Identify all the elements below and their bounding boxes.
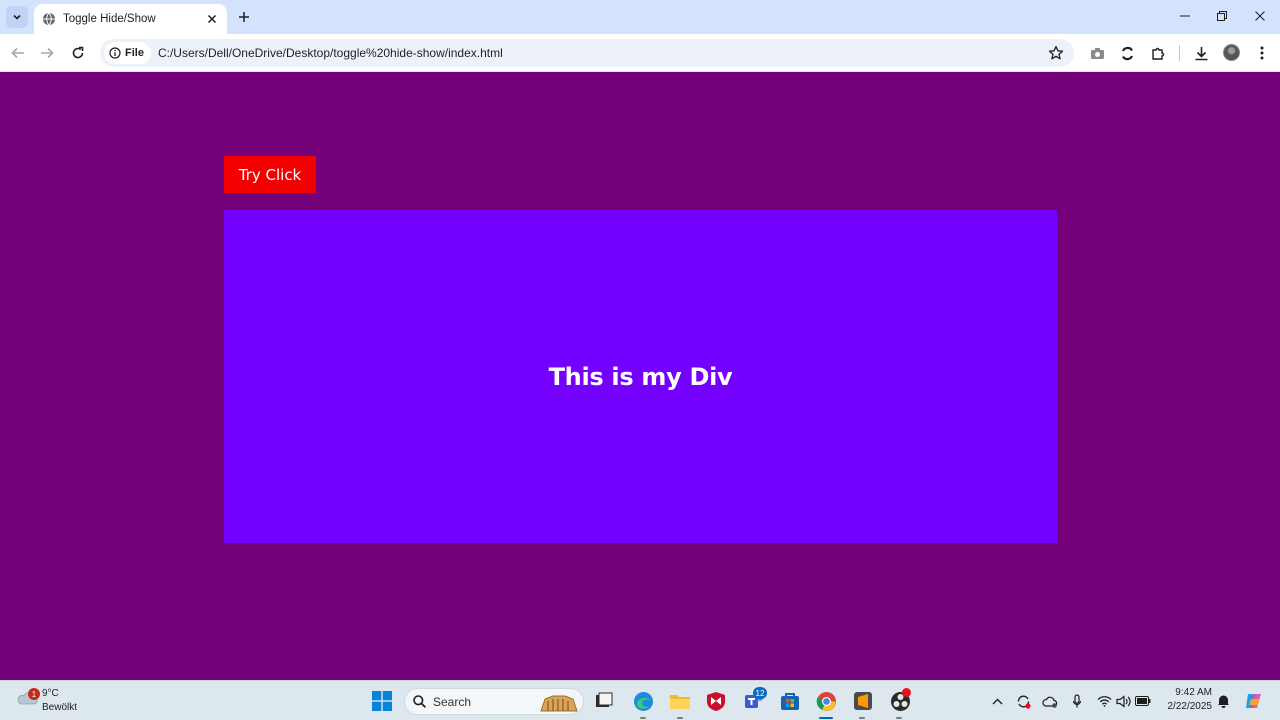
store-app[interactable] [778, 689, 802, 713]
try-click-button[interactable]: Try Click [224, 156, 316, 193]
search-label: Search [433, 694, 472, 709]
file-chip-label: File [125, 47, 144, 59]
notifications-button[interactable] [1215, 693, 1231, 709]
plus-icon [239, 12, 249, 22]
taskbar-search-box[interactable]: Search [404, 688, 584, 715]
obs-recording-dot [902, 688, 911, 697]
tab-search-button[interactable] [6, 6, 28, 28]
file-explorer-app[interactable] [668, 689, 692, 713]
edge-icon [633, 691, 653, 711]
restore-icon [1217, 11, 1227, 21]
weather-widget[interactable]: 1 9°C Bewölkt [14, 685, 104, 717]
reload-button[interactable] [68, 43, 88, 63]
search-highlight-icon [540, 695, 578, 712]
sync-icon [1017, 694, 1031, 709]
download-icon [1195, 46, 1207, 60]
copilot-icon [1246, 694, 1261, 708]
tab-title: Toggle Hide/Show [63, 13, 156, 25]
restore-button[interactable] [1210, 6, 1234, 26]
start-button[interactable] [370, 689, 394, 713]
chrome-running-indicator [819, 717, 833, 719]
minimize-icon [1180, 15, 1190, 17]
forward-arrow-icon [41, 47, 54, 59]
profile-avatar[interactable] [1223, 44, 1240, 61]
camera-icon [1090, 47, 1104, 59]
battery-tray-button[interactable] [1135, 693, 1151, 709]
explorer-running-indicator [677, 717, 683, 719]
weather-badge: 1 [28, 688, 40, 700]
browser-toolbar: File C:/Users/Dell/OneDrive/Desktop/togg… [0, 34, 1280, 72]
forward-button[interactable] [37, 43, 57, 63]
back-arrow-icon [11, 47, 24, 59]
chevron-down-icon [13, 14, 21, 20]
edge-running-indicator [640, 717, 646, 719]
clock-date: 2/22/2025 [1167, 701, 1213, 712]
taskbar: 1 9°C Bewölkt Search 12 9:42 AM 2/22/202… [0, 680, 1280, 720]
wifi-icon [1097, 696, 1111, 707]
search-icon [413, 695, 426, 708]
downloads-button[interactable] [1192, 44, 1210, 62]
show-hidden-icons-button[interactable] [989, 693, 1005, 709]
sublime-text-icon [854, 692, 872, 710]
url-text[interactable]: C:/Users/Dell/OneDrive/Desktop/toggle%20… [158, 46, 503, 60]
weather-temp: 9°C [42, 688, 59, 699]
taskbar-clock[interactable]: 9:42 AM 2/22/2025 [1156, 686, 1213, 714]
toggle-div: This is my Div [224, 210, 1057, 543]
toolbar-separator [1179, 45, 1180, 61]
tab-strip: Toggle Hide/Show [0, 0, 1280, 34]
globe-icon [43, 12, 55, 26]
reload-icon [72, 46, 84, 59]
sync-tray-button[interactable] [1015, 693, 1031, 709]
copilot-button[interactable] [1244, 691, 1264, 711]
site-info-chip[interactable]: File [104, 42, 151, 64]
microphone-icon [1072, 693, 1082, 707]
sublime-running-indicator [859, 717, 865, 719]
puzzle-icon [1151, 47, 1164, 60]
clock-time: 9:42 AM [1175, 687, 1212, 698]
chrome-app[interactable] [814, 689, 838, 713]
mcafee-icon [707, 691, 725, 711]
tab-active[interactable]: Toggle Hide/Show [34, 4, 227, 34]
mcafee-app[interactable] [704, 689, 728, 713]
volume-tray-button[interactable] [1115, 693, 1131, 709]
battery-icon [1135, 696, 1151, 706]
info-icon [109, 47, 121, 59]
task-view-button[interactable] [592, 689, 616, 713]
obs-running-indicator [896, 717, 902, 719]
weather-condition: Bewölkt [42, 702, 78, 713]
network-tray-button[interactable] [1096, 693, 1112, 709]
onedrive-tray-button[interactable] [1042, 693, 1058, 709]
div-text: This is my Div [548, 362, 733, 391]
bookmark-star-icon[interactable] [1048, 45, 1064, 61]
chrome-icon [816, 691, 836, 711]
cloud-icon [1042, 696, 1058, 708]
microphone-tray-button[interactable] [1069, 693, 1085, 709]
new-tab-button[interactable] [235, 8, 253, 26]
extension-sync-button[interactable] [1118, 44, 1136, 62]
close-icon [1255, 11, 1265, 21]
screenshot-button[interactable] [1088, 44, 1106, 62]
back-button[interactable] [8, 43, 28, 63]
address-bar[interactable]: File C:/Users/Dell/OneDrive/Desktop/togg… [100, 39, 1074, 67]
extensions-button[interactable] [1149, 44, 1167, 62]
kebab-menu-icon [1260, 46, 1264, 60]
chevron-up-icon [992, 698, 1002, 704]
teams-badge: 12 [753, 687, 767, 699]
windows-start-icon [372, 691, 392, 711]
close-tab-icon[interactable] [205, 12, 219, 26]
menu-button[interactable] [1253, 44, 1271, 62]
close-window-button[interactable] [1248, 6, 1272, 26]
sublime-text-app[interactable] [851, 689, 875, 713]
edge-app[interactable] [631, 689, 655, 713]
bell-icon [1217, 695, 1229, 708]
volume-icon [1115, 694, 1131, 708]
task-view-icon [596, 692, 613, 707]
page-viewport: Try Click This is my Div [0, 73, 1280, 680]
sync-arrows-icon [1121, 46, 1133, 60]
store-icon [781, 693, 799, 710]
file-explorer-icon [670, 695, 690, 709]
minimize-button[interactable] [1173, 6, 1197, 26]
